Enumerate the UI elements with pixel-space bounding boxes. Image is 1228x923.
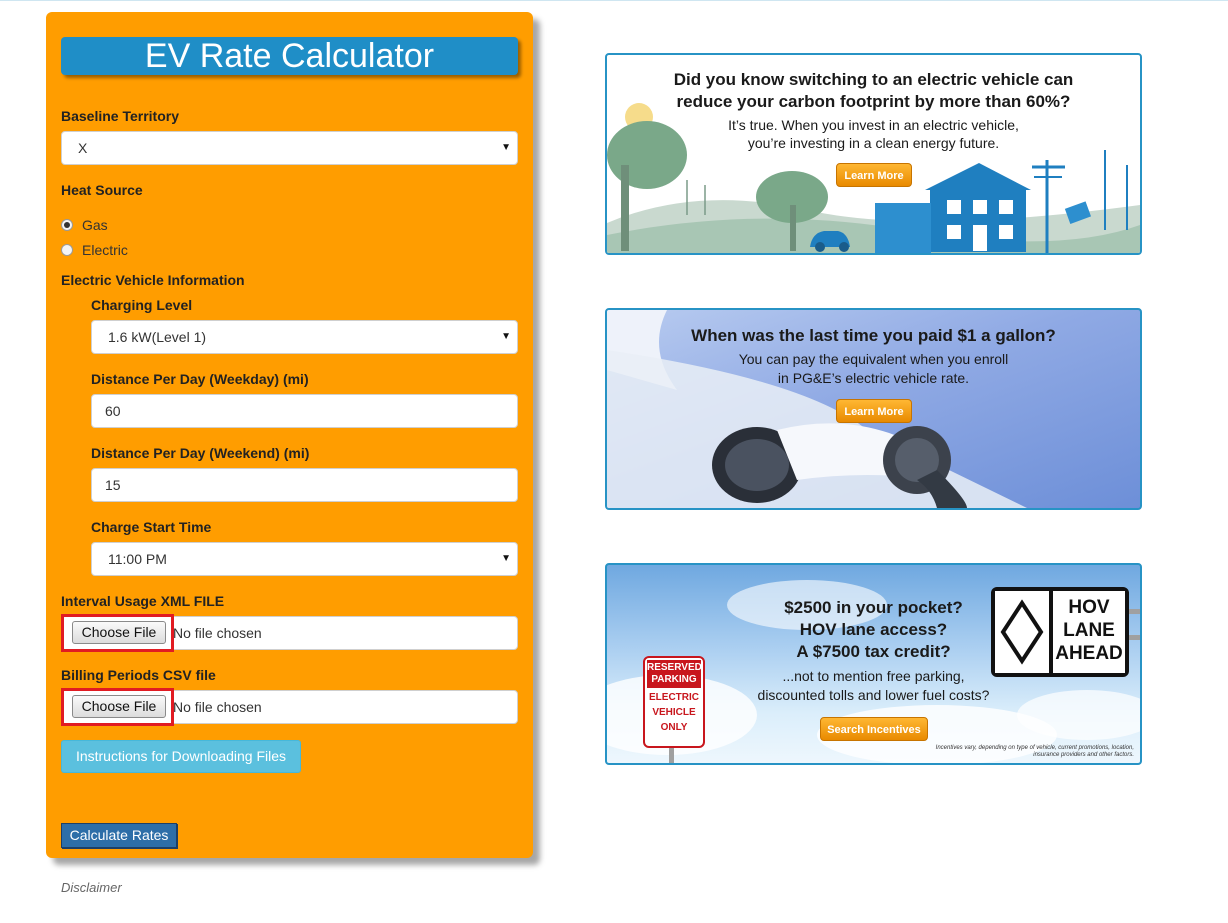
carbon-banner-headline-1: Did you know switching to an electric ve…	[673, 70, 1074, 89]
gallon-banner-body-2: in PG&E’s electric vehicle rate.	[777, 370, 970, 386]
calculator-title: EV Rate Calculator	[61, 37, 518, 75]
gallon-banner-headline: When was the last time you paid $1 a gal…	[691, 326, 1056, 345]
hov-sign-line-1: HOV	[1068, 597, 1110, 618]
interval-usage-file-input[interactable]: Choose File No file chosen	[61, 614, 518, 652]
gas-radio[interactable]	[61, 218, 73, 231]
hov-sign-line-2: LANE	[1063, 620, 1115, 641]
weekday-distance-input[interactable]: 60	[91, 394, 518, 428]
charging-level-value: 1.6 kW(Level 1)	[108, 329, 207, 345]
weekend-distance-input[interactable]: 15	[91, 468, 518, 502]
carbon-banner-body-2: you’re investing in a clean energy futur…	[747, 135, 1000, 151]
sign-ev-line-2: VEHICLE	[652, 707, 696, 718]
weekend-distance-label: Distance Per Day (Weekend) (mi)	[91, 445, 310, 461]
incentives-fineprint: Incentives vary, depending on type of ve…	[935, 745, 1134, 758]
gallon-banner-body-1: You can pay the equivalent when you enro…	[738, 351, 1009, 367]
calculate-rates-button[interactable]: Calculate Rates	[61, 823, 177, 848]
sign-reserved-line-1: RESERVED	[647, 662, 702, 673]
carbon-banner-body-1: It’s true. When you invest in an electri…	[728, 117, 1019, 133]
interval-usage-label: Interval Usage XML FILE	[61, 593, 225, 609]
hov-sign-line-3: AHEAD	[1055, 643, 1123, 664]
hov-lane-sign: HOV LANE AHEAD	[991, 587, 1129, 677]
electric-radio-label: Electric	[82, 242, 128, 258]
charging-level-select[interactable]: 1.6 kW(Level 1) ▼	[91, 320, 518, 354]
electric-radio[interactable]	[61, 243, 73, 256]
charge-start-time-value: 11:00 PM	[108, 551, 167, 567]
chevron-down-icon: ▼	[501, 553, 511, 564]
heat-source-label: Heat Source	[61, 182, 143, 198]
instructions-button[interactable]: Instructions for Downloading Files	[61, 740, 301, 773]
interval-usage-choose-file-button[interactable]: Choose File	[72, 621, 166, 644]
charge-start-time-label: Charge Start Time	[91, 519, 212, 535]
weekday-distance-label: Distance Per Day (Weekday) (mi)	[91, 371, 309, 387]
sign-ev-line-1: ELECTRIC	[649, 692, 699, 703]
ev-information-label: Electric Vehicle Information	[61, 272, 245, 288]
chevron-down-icon: ▼	[501, 331, 511, 342]
chevron-down-icon: ▼	[501, 142, 511, 153]
heat-source-gas-option[interactable]: Gas	[61, 216, 108, 234]
charging-level-label: Charging Level	[91, 297, 193, 313]
incentives-banner[interactable]: $2500 in your pocket? HOV lane access? A…	[605, 563, 1142, 765]
gallon-learn-more-button[interactable]: Learn More	[836, 399, 912, 423]
billing-periods-label: Billing Periods CSV file	[61, 667, 216, 683]
gas-radio-label: Gas	[82, 217, 108, 233]
billing-periods-file-status: No file chosen	[173, 699, 262, 715]
dollar-gallon-banner[interactable]: When was the last time you paid $1 a gal…	[605, 308, 1142, 510]
charge-start-time-select[interactable]: 11:00 PM ▼	[91, 542, 518, 576]
sign-reserved-line-2: PARKING	[651, 674, 697, 685]
reserved-parking-sign: RESERVED PARKING ELECTRIC VEHICLE ONLY	[643, 656, 705, 748]
disclaimer-link[interactable]: Disclaimer	[61, 880, 122, 895]
carbon-footprint-banner[interactable]: Did you know switching to an electric ve…	[605, 53, 1142, 255]
carbon-learn-more-button[interactable]: Learn More	[836, 163, 912, 187]
sign-ev-line-3: ONLY	[660, 722, 688, 733]
billing-periods-file-input[interactable]: Choose File No file chosen	[61, 688, 518, 726]
ev-rate-calculator-panel: EV Rate Calculator Baseline Territory X …	[46, 12, 533, 858]
diamond-icon	[1000, 599, 1044, 665]
baseline-territory-select[interactable]: X ▼	[61, 131, 518, 165]
billing-periods-choose-file-button[interactable]: Choose File	[72, 695, 166, 718]
interval-usage-file-status: No file chosen	[173, 625, 262, 641]
search-incentives-button[interactable]: Search Incentives	[820, 717, 928, 741]
heat-source-electric-option[interactable]: Electric	[61, 241, 128, 259]
carbon-banner-headline-2: reduce your carbon footprint by more tha…	[676, 92, 1071, 111]
garage-icon	[875, 203, 931, 253]
baseline-territory-value: X	[78, 140, 88, 156]
baseline-territory-label: Baseline Territory	[61, 108, 180, 124]
